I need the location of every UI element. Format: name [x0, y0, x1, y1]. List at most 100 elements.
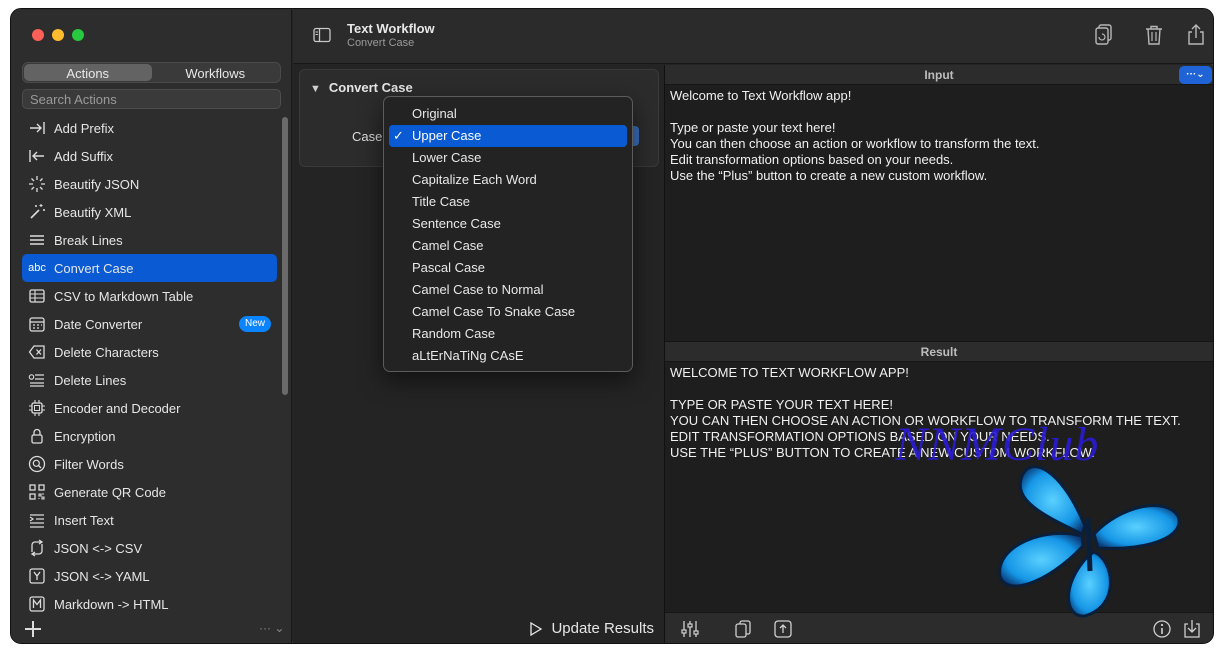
copy-icon[interactable] — [733, 619, 753, 639]
trash-icon[interactable] — [1143, 23, 1165, 47]
more-options-button[interactable]: ··· ⌄ — [259, 621, 284, 635]
input-title: Input ···⌄ — [665, 65, 1213, 85]
sidebar-item-label: Filter Words — [54, 456, 124, 472]
case-option-label: Camel Case to Normal — [412, 282, 544, 297]
sidebar-item-label: Beautify XML — [54, 204, 132, 220]
traffic-lights — [32, 29, 84, 41]
sidebar-item-label: Markdown -> HTML — [54, 596, 169, 612]
sidebar-item-label: JSON <-> YAML — [54, 568, 150, 584]
sidebar-item-filter-words[interactable]: Filter Words — [22, 450, 277, 478]
sidebar-item-break-lines[interactable]: Break Lines — [22, 226, 277, 254]
checkmark-icon: ✓ — [393, 128, 404, 143]
sidebar-toggle-icon[interactable] — [313, 27, 331, 43]
cpu-icon — [26, 398, 48, 418]
download-icon[interactable] — [1182, 619, 1202, 639]
sidebar-item-add-prefix[interactable]: Add Prefix — [22, 114, 277, 142]
play-icon — [530, 621, 543, 636]
zoom-window-button[interactable] — [72, 29, 84, 41]
sidebar-item-delete-characters[interactable]: Delete Characters — [22, 338, 277, 366]
sidebar-item-encoder-and-decoder[interactable]: Encoder and Decoder — [22, 394, 277, 422]
info-icon[interactable] — [1152, 619, 1172, 639]
sidebar-item-csv-to-markdown-table[interactable]: CSV to Markdown Table — [22, 282, 277, 310]
sidebar-item-date-converter[interactable]: Date Converter New — [22, 310, 277, 338]
magnifier-icon — [26, 454, 48, 474]
calendar-icon — [26, 314, 48, 334]
case-option-label: Camel Case — [412, 238, 484, 253]
case-option-label: Lower Case — [412, 150, 482, 165]
tab-actions[interactable]: Actions — [24, 64, 152, 81]
case-option-label: Sentence Case — [412, 216, 501, 231]
case-option[interactable]: Camel Case To Snake Case — [389, 301, 627, 323]
window-title: Text Workflow — [347, 21, 435, 36]
sidebar-item-beautify-json[interactable]: Beautify JSON — [22, 170, 277, 198]
sidebar-item-delete-lines[interactable]: Delete Lines — [22, 366, 277, 394]
add-workflow-button[interactable] — [24, 620, 42, 638]
sidebar-item-label: CSV to Markdown Table — [54, 288, 194, 304]
sidebar-scrollbar[interactable] — [282, 117, 288, 395]
sidebar-item-label: Encoder and Decoder — [54, 400, 181, 416]
case-option[interactable]: Capitalize Each Word — [389, 169, 627, 191]
sidebar-item-label: Break Lines — [54, 232, 123, 248]
case-option[interactable]: Title Case — [389, 191, 627, 213]
input-options-button[interactable]: ···⌄ — [1179, 66, 1212, 84]
case-option-label: Pascal Case — [412, 260, 485, 275]
update-results-button[interactable]: Update Results — [529, 620, 654, 637]
search-actions-input[interactable]: Search Actions — [22, 89, 281, 109]
share-icon[interactable] — [1185, 23, 1207, 47]
sidebar-item-generate-qr-code[interactable]: Generate QR Code — [22, 478, 277, 506]
sidebar-item-label: Delete Lines — [54, 372, 127, 388]
sidebar-item-add-suffix[interactable]: Add Suffix — [22, 142, 277, 170]
case-option[interactable]: Pascal Case — [389, 257, 627, 279]
export-icon[interactable] — [773, 619, 793, 639]
insert-text-icon — [26, 510, 48, 530]
sidebar-item-json-yaml[interactable]: JSON <-> YAML — [22, 562, 277, 590]
abc-icon: abc — [26, 258, 48, 278]
disclosure-triangle-icon[interactable]: ▼ — [310, 83, 321, 95]
lock-icon — [26, 426, 48, 446]
case-option[interactable]: Original — [389, 103, 627, 125]
sparkle-icon — [26, 174, 48, 194]
arrow-right-to-bar-icon — [26, 118, 48, 138]
case-option-label: Random Case — [412, 326, 496, 341]
input-text-area[interactable]: Welcome to Text Workflow app! Type or pa… — [665, 85, 1213, 187]
case-option[interactable]: aLtErNaTiNg CAsE — [389, 345, 627, 367]
sidebar-item-label: Convert Case — [54, 260, 134, 276]
toolbar: Text Workflow Convert Case — [293, 9, 1213, 64]
close-window-button[interactable] — [32, 29, 44, 41]
section-header[interactable]: ▼ Convert Case — [310, 80, 413, 95]
sidebar-item-convert-case[interactable]: abc Convert Case — [22, 254, 277, 282]
case-option-label: Capitalize Each Word — [412, 172, 537, 187]
sidebar-item-beautify-xml[interactable]: Beautify XML — [22, 198, 277, 226]
sidebar-item-insert-text[interactable]: Insert Text — [22, 506, 277, 534]
case-option[interactable]: Sentence Case — [389, 213, 627, 235]
duplicate-icon[interactable] — [1093, 23, 1115, 47]
lines-icon — [26, 230, 48, 250]
convert-arrows-icon — [26, 538, 48, 558]
sidebar-item-json-csv[interactable]: JSON <-> CSV — [22, 534, 277, 562]
minimize-window-button[interactable] — [52, 29, 64, 41]
magic-wand-icon — [26, 202, 48, 222]
delete-left-icon — [26, 342, 48, 362]
case-option[interactable]: Camel Case — [389, 235, 627, 257]
sidebar-item-label: Generate QR Code — [54, 484, 167, 500]
ellipsis-icon: ··· — [1186, 69, 1197, 80]
sidebar-segmented-control: Actions Workflows — [22, 62, 281, 83]
result-title: Result — [665, 342, 1213, 362]
sidebar-item-label: Encryption — [54, 428, 116, 444]
case-option-label: Title Case — [412, 194, 471, 209]
case-label: Case: — [352, 129, 386, 144]
sidebar-item-label: Add Suffix — [54, 148, 114, 164]
arrow-left-to-bar-icon — [26, 146, 48, 166]
sidebar-item-label: JSON <-> CSV — [54, 540, 143, 556]
input-title-label: Input — [924, 68, 954, 82]
case-option[interactable]: Random Case — [389, 323, 627, 345]
sidebar: Actions Workflows Search Actions Add Pre… — [11, 9, 292, 643]
case-option[interactable]: Camel Case to Normal — [389, 279, 627, 301]
actions-list: Add Prefix Add Suffix Beautify JSON Beautif… — [22, 114, 277, 618]
tab-workflows[interactable]: Workflows — [152, 64, 280, 81]
case-option[interactable]: ✓ Upper Case — [389, 125, 627, 147]
sidebar-item-markdown-html[interactable]: Markdown -> HTML — [22, 590, 277, 618]
sidebar-item-encryption[interactable]: Encryption — [22, 422, 277, 450]
case-option[interactable]: Lower Case — [389, 147, 627, 169]
sliders-icon[interactable] — [680, 619, 700, 639]
